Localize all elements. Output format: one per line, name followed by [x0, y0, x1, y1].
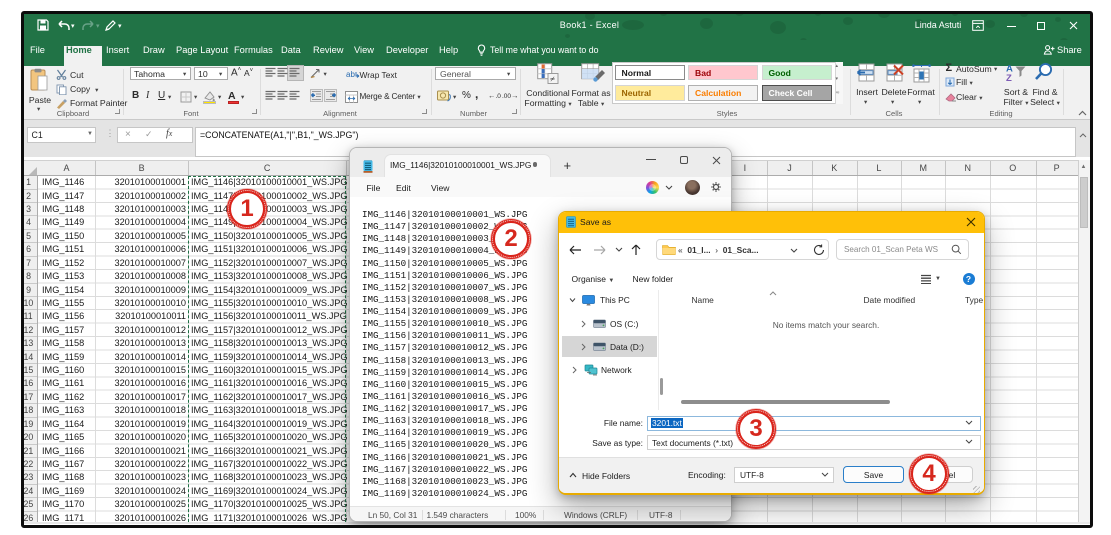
- svg-text:Z: Z: [1006, 73, 1012, 82]
- svg-text:ab: ab: [346, 70, 355, 79]
- svg-text:≠: ≠: [550, 74, 555, 84]
